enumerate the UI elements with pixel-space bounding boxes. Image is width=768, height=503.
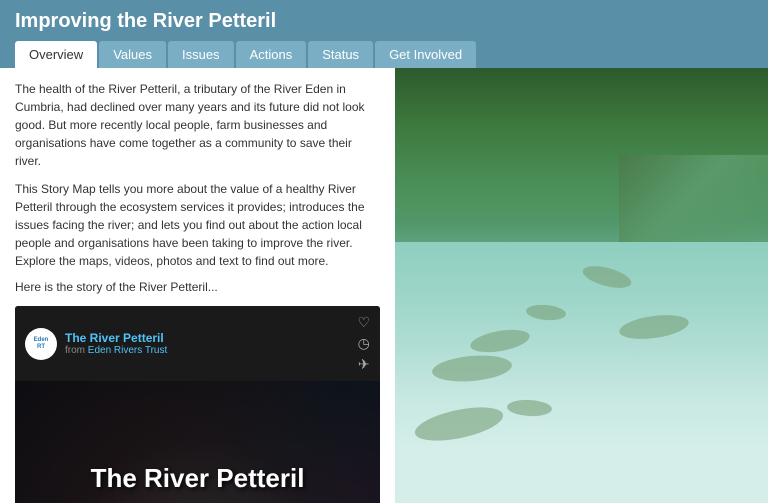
video-channel-name: The River Petteril	[65, 331, 167, 345]
video-header-left: EdenRT The River Petteril from Eden Rive…	[25, 328, 167, 360]
left-panel: The health of the River Petteril, a trib…	[0, 68, 395, 503]
share-icon[interactable]: ✈	[358, 356, 370, 373]
tab-values[interactable]: Values	[99, 41, 166, 68]
eden-logo-text: EdenRT	[34, 337, 49, 350]
video-from: from Eden Rivers Trust	[65, 345, 167, 356]
tab-get-involved[interactable]: Get Involved	[375, 41, 476, 68]
video-container: EdenRT The River Petteril from Eden Rive…	[15, 306, 380, 503]
intro-paragraph-2: This Story Map tells you more about the …	[15, 180, 380, 270]
tab-issues[interactable]: Issues	[168, 41, 234, 68]
video-main-area[interactable]: The River Petteril	[15, 381, 380, 503]
video-title-block: The River Petteril from Eden Rivers Trus…	[65, 331, 167, 356]
right-panel	[395, 68, 768, 503]
video-from-label: from	[65, 345, 85, 356]
intro-paragraph-1: The health of the River Petteril, a trib…	[15, 80, 380, 170]
video-overlay-title: The River Petteril	[91, 463, 305, 494]
clock-icon[interactable]: ◷	[358, 335, 370, 352]
video-org-link[interactable]: Eden Rivers Trust	[88, 345, 167, 356]
tab-status[interactable]: Status	[308, 41, 373, 68]
page-header: Improving the River Petteril Overview Va…	[0, 0, 768, 68]
tab-overview[interactable]: Overview	[15, 41, 97, 68]
heart-icon[interactable]: ♡	[357, 314, 370, 331]
eden-logo: EdenRT	[25, 328, 57, 360]
here-text: Here is the story of the River Petteril.…	[15, 280, 380, 294]
video-header: EdenRT The River Petteril from Eden Rive…	[15, 306, 380, 381]
river-image	[395, 68, 768, 503]
navigation-tabs: Overview Values Issues Actions Status Ge…	[15, 41, 753, 68]
video-header-icons: ♡ ◷ ✈	[357, 314, 370, 373]
main-content: The health of the River Petteril, a trib…	[0, 68, 768, 503]
page-title: Improving the River Petteril	[15, 10, 753, 33]
tab-actions[interactable]: Actions	[236, 41, 307, 68]
